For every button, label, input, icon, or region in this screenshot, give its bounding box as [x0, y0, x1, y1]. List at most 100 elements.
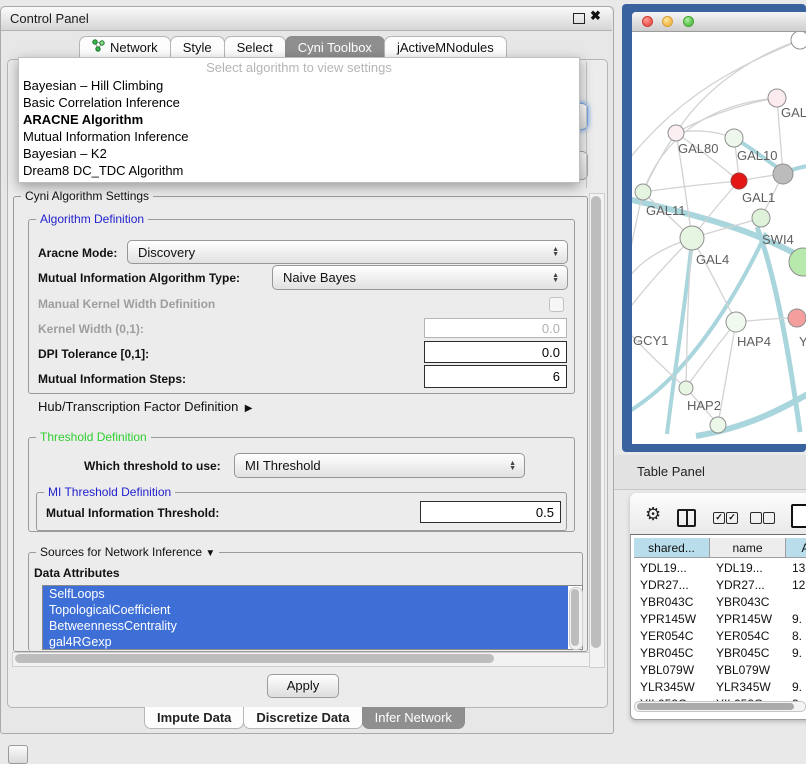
- table-row[interactable]: YBR045CYBR045C9.: [634, 645, 806, 662]
- control-panel-title: Control Panel: [10, 11, 89, 26]
- node-gal4[interactable]: [680, 226, 704, 250]
- minimize-window-icon[interactable]: [662, 16, 673, 27]
- algorithm-option-aracne-algorithm[interactable]: ARACNE Algorithm: [19, 111, 579, 128]
- mi-steps-input[interactable]: [424, 365, 567, 388]
- network-edge[interactable]: [643, 181, 739, 192]
- table-row[interactable]: YPR145WYPR145W9.: [634, 611, 806, 628]
- table-row[interactable]: YDR27...YDR27...12: [634, 577, 806, 594]
- algorithm-option-dream8-dc-tdc-algorithm[interactable]: Dream8 DC_TDC Algorithm: [19, 162, 579, 179]
- tab-discretize-data[interactable]: Discretize Data: [243, 707, 362, 729]
- table-cell: [786, 594, 806, 611]
- table-cell: YBR043C: [634, 594, 710, 611]
- hub-definition-toggle[interactable]: Hub/Transcription Factor Definition ▶: [38, 399, 252, 414]
- tab-network[interactable]: Network: [79, 36, 171, 58]
- hub-definition-label: Hub/Transcription Factor Definition: [38, 399, 238, 414]
- tab-cyni-toolbox[interactable]: Cyni Toolbox: [285, 36, 385, 58]
- node-gal1[interactable]: [752, 209, 770, 227]
- deselect-all-icon[interactable]: [750, 512, 762, 524]
- table-cell: 13: [786, 560, 806, 577]
- algorithm-popup: Select algorithm to view settings Bayesi…: [18, 57, 580, 183]
- kernel-width-input[interactable]: [424, 318, 567, 338]
- settings-vscrollbar-thumb[interactable]: [591, 196, 601, 648]
- settings-hscrollbar-thumb[interactable]: [15, 654, 494, 663]
- network-edge[interactable]: [692, 238, 736, 322]
- column-header[interactable]: name: [710, 538, 786, 558]
- network-window-titlebar[interactable]: [632, 12, 806, 32]
- deselect-all-icon[interactable]: [763, 512, 775, 524]
- table-row[interactable]: YDL19...YDL19...13: [634, 560, 806, 577]
- table-cell: YBL079W: [634, 662, 710, 679]
- node-label-y: Y: [799, 334, 806, 349]
- network-node[interactable]: [773, 164, 793, 184]
- dpi-tolerance-label: DPI Tolerance [0,1]:: [38, 347, 149, 361]
- tab-select[interactable]: Select: [224, 36, 286, 58]
- node-hap2[interactable]: [679, 381, 693, 395]
- data-attributes-list[interactable]: SelfLoopsTopologicalCoefficientBetweenne…: [42, 585, 583, 650]
- node-label-hap2: HAP2: [687, 398, 721, 413]
- tab-style[interactable]: Style: [170, 36, 225, 58]
- algorithm-option-bayesian-k2[interactable]: Bayesian – K2: [19, 145, 579, 162]
- node-y[interactable]: [788, 309, 806, 327]
- spinner-arrows-icon: ▲▼: [552, 247, 559, 257]
- table-row[interactable]: YBL079WYBL079W: [634, 662, 806, 679]
- float-panel-icon[interactable]: [573, 13, 585, 24]
- algorithm-option-mutual-information-inference[interactable]: Mutual Information Inference: [19, 128, 579, 145]
- tab-impute-data[interactable]: Impute Data: [144, 707, 244, 729]
- mi-threshold-input[interactable]: [420, 501, 561, 523]
- table-cell: 9.: [786, 645, 806, 662]
- table-body: YDL19...YDL19...13YDR27...YDR27...12YBR0…: [634, 560, 806, 701]
- tab-infer-network[interactable]: Infer Network: [362, 707, 465, 729]
- manual-kernel-label: Manual Kernel Width Definition: [38, 297, 215, 311]
- tab-jactivemnodules[interactable]: jActiveMNodules: [384, 36, 507, 58]
- table-cell: YLR345W: [634, 679, 710, 696]
- attribute-item-betweennesscentrality[interactable]: BetweennessCentrality: [43, 618, 568, 634]
- attribute-item-gal4rgexp[interactable]: gal4RGexp: [43, 634, 568, 650]
- control-panel-titlebar[interactable]: [1, 7, 612, 31]
- network-node[interactable]: [791, 32, 806, 49]
- panel-border-fragment: [586, 62, 587, 188]
- attribute-item-selfloops[interactable]: SelfLoops: [43, 586, 568, 602]
- bottom-tab-bar: Impute DataDiscretize DataInfer Network: [145, 707, 465, 730]
- attribute-item-topologicalcoefficient[interactable]: TopologicalCoefficient: [43, 602, 568, 618]
- attributes-scrollbar-thumb[interactable]: [571, 589, 579, 646]
- table-row[interactable]: YBR043CYBR043C: [634, 594, 806, 611]
- node-hap4[interactable]: [726, 312, 746, 332]
- algorithm-option-bayesian-hill-climbing[interactable]: Bayesian – Hill Climbing: [19, 77, 579, 94]
- tab-label: Style: [183, 37, 212, 58]
- network-node[interactable]: [710, 417, 726, 433]
- algorithm-option-basic-correlation-inference[interactable]: Basic Correlation Inference: [19, 94, 579, 111]
- sources-group-title[interactable]: Sources for Network Inference ▼: [36, 545, 219, 559]
- apply-button[interactable]: Apply: [267, 674, 339, 698]
- minimized-panel-button[interactable]: [8, 745, 28, 764]
- which-threshold-label: Which threshold to use:: [84, 459, 221, 473]
- column-header[interactable]: shared...: [634, 538, 710, 558]
- algorithm-popup-list: Bayesian – Hill ClimbingBasic Correlatio…: [19, 77, 579, 179]
- node-gal10[interactable]: [725, 129, 743, 147]
- dpi-tolerance-input[interactable]: [424, 341, 567, 363]
- network-edge[interactable]: [643, 133, 676, 192]
- close-panel-icon[interactable]: ✖: [590, 9, 601, 23]
- which-threshold-select[interactable]: MI Threshold ▲▼: [234, 453, 525, 478]
- aracne-mode-select[interactable]: Discovery ▲▼: [127, 240, 568, 264]
- node-label-gal11: GAL11: [646, 203, 686, 218]
- column-chooser-icon[interactable]: [677, 509, 696, 527]
- table-header-row: shared...nameA: [634, 538, 806, 558]
- table-hscrollbar-thumb[interactable]: [637, 703, 794, 710]
- network-node[interactable]: [731, 173, 747, 189]
- network-canvas[interactable]: GALGAL80GAL10GAL1GAL11SWI4GAL4GCY1HAP4YH…: [632, 32, 806, 444]
- node-gal11[interactable]: [635, 184, 651, 200]
- zoom-window-icon[interactable]: [683, 16, 694, 27]
- select-all-icon[interactable]: ✓: [713, 512, 725, 524]
- column-header[interactable]: A: [786, 538, 806, 558]
- table-row[interactable]: YLR345WYLR345W9.: [634, 679, 806, 696]
- mi-type-select[interactable]: Naive Bayes ▲▼: [272, 265, 568, 290]
- node-label-gcy1: GCY1: [633, 333, 668, 348]
- table-row[interactable]: YER054CYER054C8.: [634, 628, 806, 645]
- select-all-icon[interactable]: ✓: [726, 512, 738, 524]
- manual-kernel-checkbox[interactable]: [549, 297, 564, 312]
- close-window-icon[interactable]: [642, 16, 653, 27]
- export-table-icon[interactable]: [791, 504, 806, 528]
- tab-label: Network: [110, 37, 158, 58]
- table-settings-gear-icon[interactable]: ⚙: [645, 504, 661, 524]
- node-gal80[interactable]: [668, 125, 684, 141]
